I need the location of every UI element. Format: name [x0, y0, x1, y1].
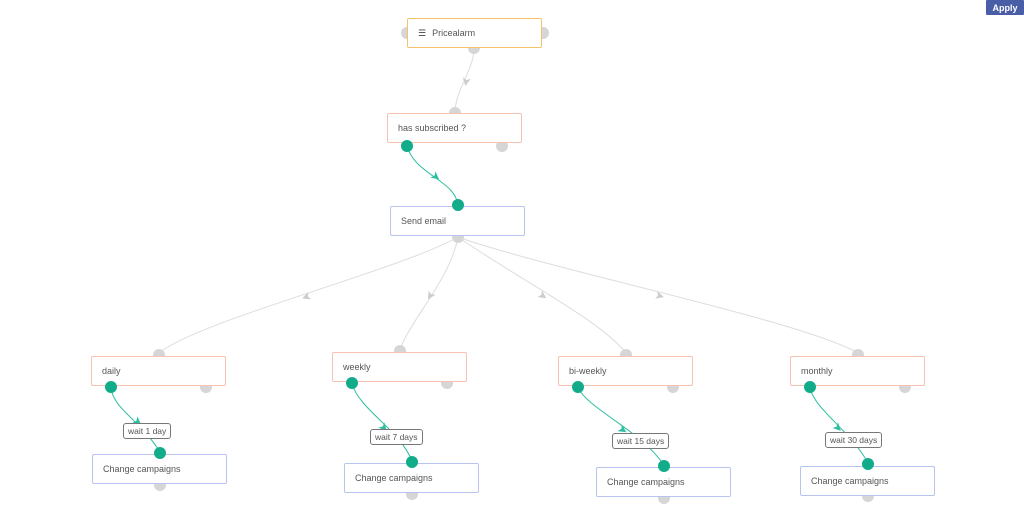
- edge-arrow: [378, 422, 387, 432]
- edge-arrow: [427, 290, 436, 300]
- node-label: monthly: [801, 366, 833, 376]
- node-label: Send email: [401, 216, 447, 226]
- edge-bi-weekly-to-action: [577, 387, 665, 466]
- wait-label[interactable]: wait 1 day: [123, 423, 172, 439]
- node-label: daily: [102, 366, 121, 376]
- wait-label[interactable]: wait 7 days: [370, 429, 423, 445]
- action-node-change-campaigns[interactable]: Change campaigns: [800, 466, 935, 496]
- edge-send-email-to-monthly: [457, 236, 859, 354]
- node-label: bi-weekly: [569, 366, 607, 376]
- edge-subscribed-to-send-email: [406, 145, 459, 206]
- node-label: weekly: [343, 362, 371, 372]
- wait-label[interactable]: wait 30 days: [825, 432, 883, 448]
- node-label: Pricealarm: [432, 28, 476, 38]
- list-icon: ☰: [418, 27, 427, 38]
- trigger-node-pricealarm[interactable]: ☰ Pricealarm: [407, 18, 542, 48]
- edge-arrow: [430, 171, 440, 180]
- input-port[interactable]: [406, 456, 418, 468]
- edge-trigger-to-subscribed: [454, 47, 475, 114]
- node-label: Change campaigns: [607, 477, 685, 487]
- input-port[interactable]: [452, 199, 464, 211]
- wait-label[interactable]: wait 15 days: [612, 433, 670, 449]
- apply-button[interactable]: Apply: [986, 0, 1024, 15]
- yes-port[interactable]: [346, 377, 358, 389]
- input-port[interactable]: [154, 447, 166, 459]
- edge-arrow: [832, 422, 841, 431]
- condition-node-has-subscribed[interactable]: has subscribed ?: [387, 113, 522, 143]
- edge-send-email-to-bi-weekly: [457, 236, 627, 354]
- yes-port[interactable]: [401, 140, 413, 152]
- yes-port[interactable]: [804, 381, 816, 393]
- edge-arrow: [132, 416, 142, 425]
- edge-send-email-to-weekly: [399, 236, 459, 351]
- yes-port[interactable]: [105, 381, 117, 393]
- edge-arrow: [302, 291, 312, 300]
- edge-send-email-to-daily: [158, 236, 459, 354]
- yes-port[interactable]: [572, 381, 584, 393]
- node-label: Change campaigns: [103, 464, 181, 474]
- edge-monthly-to-action: [809, 387, 869, 464]
- edge-daily-to-action: [110, 388, 161, 453]
- input-port[interactable]: [862, 458, 874, 470]
- edge-arrow: [617, 424, 627, 433]
- input-port[interactable]: [658, 460, 670, 472]
- node-label: Change campaigns: [811, 476, 889, 486]
- edge-weekly-to-action: [351, 383, 413, 462]
- node-label: has subscribed ?: [398, 123, 467, 133]
- node-label: Change campaigns: [355, 473, 433, 483]
